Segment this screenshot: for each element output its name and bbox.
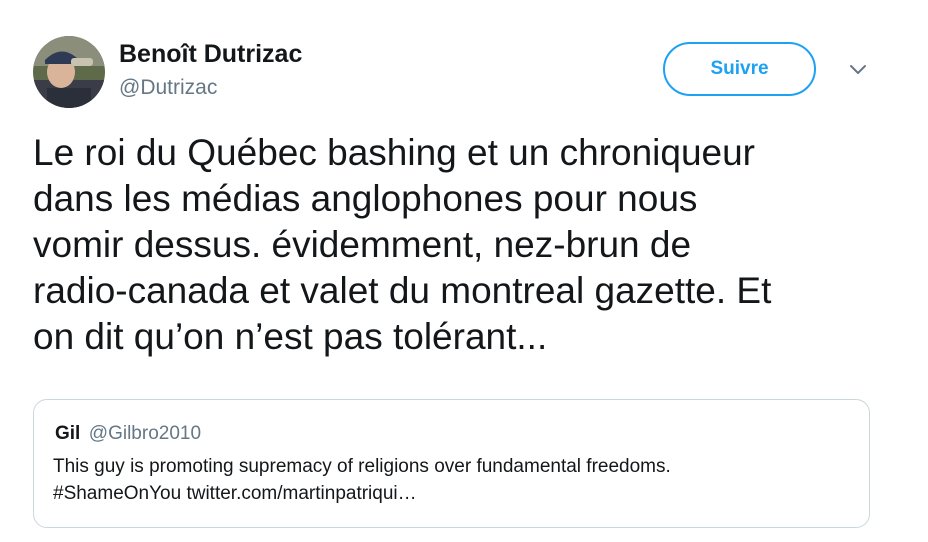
quoted-author-handle: @Gilbro2010 <box>88 423 202 444</box>
tweet-text-line: radio-canada et valet du montreal gazett… <box>33 270 772 311</box>
quoted-text-line: #ShameOnYou twitter.com/martinpatriqui… <box>53 483 417 504</box>
quoted-tweet-card[interactable]: Gil @Gilbro2010 This guy is promoting su… <box>33 399 870 528</box>
quoted-author-name: Gil <box>55 423 81 444</box>
avatar[interactable] <box>33 36 105 108</box>
tweet-text-line: on dit qu’on n’est pas tolérant... <box>33 316 548 357</box>
follow-button[interactable]: Suivre <box>663 42 816 96</box>
tweet-text-line: vomir dessus. évidemment, nez-brun de <box>33 224 692 265</box>
quoted-tweet-text: This guy is promoting supremacy of relig… <box>53 453 853 507</box>
quoted-text-line: This guy is promoting supremacy of relig… <box>53 456 671 477</box>
tweet-text: Le roi du Québec bashing et un chronique… <box>33 130 893 360</box>
tweet-text-line: dans les médias anglophones pour nous <box>33 178 698 219</box>
author-name[interactable]: Benoît Dutrizac <box>119 40 302 69</box>
avatar-photo <box>33 36 105 108</box>
follow-button-label: Suivre <box>710 58 769 79</box>
tweet-text-line: Le roi du Québec bashing et un chronique… <box>33 132 756 173</box>
chevron-down-icon[interactable] <box>847 63 869 77</box>
quoted-tweet-header: Gil @Gilbro2010 <box>55 423 201 445</box>
author-handle[interactable]: @Dutrizac <box>119 76 217 100</box>
